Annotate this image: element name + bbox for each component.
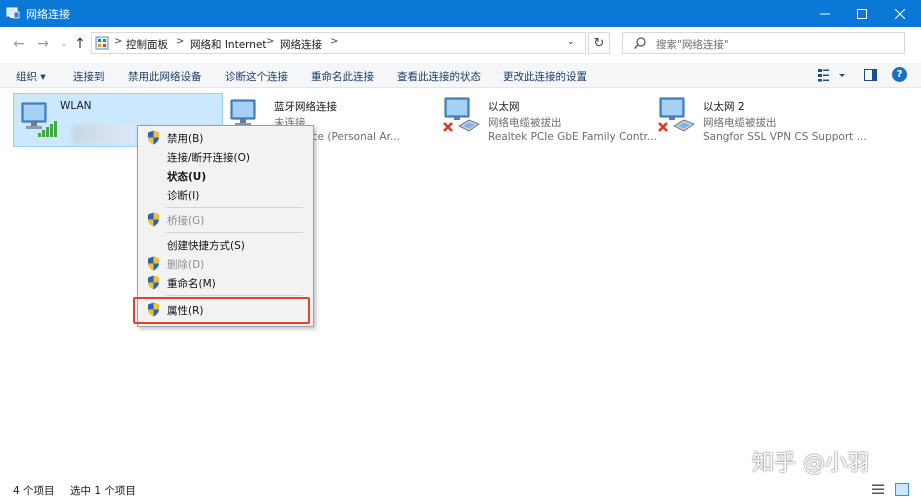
address-row: ← → ⌄ ↑ > 控制面板 > 网络和 Internet > 网络连接 > ⌄… — [0, 27, 921, 61]
maximize-button[interactable] — [842, 0, 882, 27]
connection-name: 蓝牙网络连接 — [274, 101, 337, 113]
breadcrumb-control-panel[interactable]: 控制面板 — [126, 37, 168, 52]
ethernet-adapter-icon — [443, 97, 480, 132]
address-bar[interactable]: > 控制面板 > 网络和 Internet > 网络连接 > ⌄ — [91, 32, 586, 54]
breadcrumb-network-internet[interactable]: 网络和 Internet — [190, 37, 267, 52]
search-input[interactable]: 搜索"网络连接" — [622, 32, 905, 54]
menu-item-status[interactable]: 状态(U) — [138, 166, 313, 185]
menu-separator — [166, 232, 303, 233]
menu-item-label: 删除(D) — [167, 259, 205, 271]
menu-item-connect-disconnect[interactable]: 连接/断开连接(O) — [138, 147, 313, 166]
connection-name: WLAN — [60, 100, 92, 112]
breadcrumb-separator: > — [330, 36, 339, 47]
menu-item-label: 诊断(I) — [167, 190, 200, 202]
connect-to-button[interactable]: 连接到 — [73, 69, 105, 84]
connection-name: 以太网 — [488, 101, 520, 113]
control-panel-icon — [95, 36, 109, 50]
close-icon — [895, 8, 905, 19]
connection-status: 网络电缆被拔出 — [488, 117, 562, 129]
properties-highlight-box — [133, 297, 310, 324]
menu-item-create-shortcut[interactable]: 创建快捷方式(S) — [138, 235, 313, 254]
search-placeholder: 搜索"网络连接" — [656, 39, 729, 51]
window-title: 网络连接 — [26, 8, 70, 21]
menu-item-diagnose[interactable]: 诊断(I) — [138, 185, 313, 204]
address-dropdown-chevron-icon[interactable]: ⌄ — [567, 37, 575, 47]
change-settings-button[interactable]: 更改此连接的设置 — [503, 69, 587, 84]
connection-device: Sangfor SSL VPN CS Support ... — [703, 131, 867, 143]
close-button[interactable] — [880, 0, 920, 27]
menu-item-label: 连接/断开连接(O) — [167, 152, 250, 164]
connection-ethernet-2[interactable]: 以太网 2 网络电缆被拔出 Sangfor SSL VPN CS Support… — [656, 93, 876, 147]
menu-item-delete[interactable]: 删除(D) — [138, 254, 313, 273]
preview-pane-icon[interactable] — [864, 69, 877, 81]
menu-item-label: 状态(U) — [167, 171, 207, 183]
uac-shield-icon — [148, 256, 159, 271]
menu-separator — [166, 207, 303, 208]
help-icon[interactable]: ? — [892, 67, 907, 82]
zhihu-watermark: 知乎 @小羽 — [752, 451, 869, 476]
title-bar: 网络连接 — [0, 0, 921, 27]
large-icons-view-icon[interactable] — [895, 483, 909, 496]
menu-item-bridge[interactable]: 桥接(G) — [138, 210, 313, 229]
forward-button[interactable]: → — [34, 36, 52, 52]
connection-status: 网络电缆被拔出 — [703, 117, 777, 129]
change-view-icon[interactable] — [817, 68, 847, 82]
connection-name: 以太网 2 — [703, 101, 745, 113]
uac-shield-icon — [148, 130, 159, 145]
breadcrumb-separator: > — [266, 36, 275, 47]
status-bar: 4 个项目 选中 1 个项目 — [0, 479, 921, 500]
command-bar: 组织 ▾ 连接到 禁用此网络设备 诊断这个连接 重命名此连接 查看此连接的状态 … — [0, 63, 921, 88]
menu-item-label: 桥接(G) — [167, 215, 205, 227]
menu-item-disable[interactable]: 禁用(B) — [138, 128, 313, 147]
uac-shield-icon — [148, 275, 159, 290]
disable-device-button[interactable]: 禁用此网络设备 — [128, 69, 202, 84]
network-connections-app-icon — [6, 7, 20, 19]
selected-count: 选中 1 个项目 — [70, 485, 136, 497]
refresh-button[interactable]: ↻ — [588, 32, 610, 54]
menu-item-label: 禁用(B) — [167, 133, 204, 145]
details-view-icon[interactable] — [872, 484, 884, 495]
menu-separator — [166, 295, 303, 296]
menu-item-label: 创建快捷方式(S) — [167, 240, 245, 252]
back-button[interactable]: ← — [10, 36, 28, 52]
ethernet-adapter-icon — [658, 97, 695, 132]
up-button[interactable]: ↑ — [71, 36, 89, 52]
menu-item-label: 重命名(M) — [167, 278, 216, 290]
item-count: 4 个项目 — [13, 485, 55, 497]
view-status-button[interactable]: 查看此连接的状态 — [397, 69, 481, 84]
wifi-adapter-icon — [21, 102, 57, 137]
rename-connection-button[interactable]: 重命名此连接 — [311, 69, 374, 84]
breadcrumb-network-connections[interactable]: 网络连接 — [280, 37, 322, 52]
organize-menu[interactable]: 组织 ▾ — [16, 69, 46, 84]
diagnose-connection-button[interactable]: 诊断这个连接 — [225, 69, 288, 84]
connection-ethernet[interactable]: 以太网 网络电缆被拔出 Realtek PCIe GbE Family Cont… — [441, 93, 657, 147]
menu-item-rename[interactable]: 重命名(M) — [138, 273, 313, 292]
maximize-icon — [857, 8, 867, 19]
uac-shield-icon — [148, 212, 159, 227]
minimize-icon — [820, 13, 830, 14]
connection-device: Realtek PCIe GbE Family Contr... — [488, 131, 657, 143]
search-icon — [634, 37, 646, 49]
breadcrumb-separator: > — [114, 36, 123, 47]
minimize-button[interactable] — [805, 0, 845, 27]
breadcrumb-separator: > — [176, 36, 185, 47]
